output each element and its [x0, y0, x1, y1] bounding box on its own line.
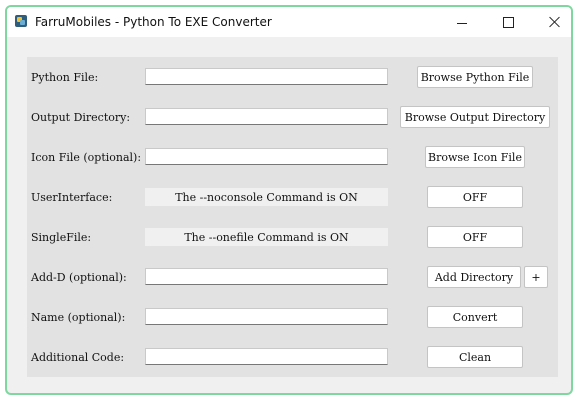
onefile-toggle-button[interactable]: OFF — [427, 226, 523, 248]
name-label: Name (optional): — [31, 311, 126, 324]
single-file-row: SingleFile: The --onefile Command is ON … — [27, 225, 558, 253]
add-directory-plus-button[interactable]: + — [524, 266, 548, 288]
additional-code-label: Additional Code: — [31, 351, 125, 364]
output-directory-row: Output Directory: Browse Output Director… — [27, 105, 558, 133]
user-interface-label: UserInterface: — [31, 191, 113, 204]
icon-file-row: Icon File (optional): Browse Icon File — [27, 145, 558, 173]
maximize-icon — [502, 16, 514, 28]
convert-button[interactable]: Convert — [427, 306, 523, 328]
form-panel: Python File: Browse Python File Output D… — [27, 57, 558, 377]
browse-python-file-button[interactable]: Browse Python File — [417, 66, 533, 88]
user-interface-row: UserInterface: The --noconsole Command i… — [27, 185, 558, 213]
output-directory-label: Output Directory: — [31, 111, 131, 124]
add-d-input[interactable] — [145, 268, 388, 285]
app-icon — [15, 15, 27, 27]
additional-code-input[interactable] — [145, 348, 388, 365]
onefile-status: The --onefile Command is ON — [145, 228, 388, 246]
output-directory-input[interactable] — [145, 108, 388, 125]
single-file-label: SingleFile: — [31, 231, 92, 244]
add-directory-button[interactable]: Add Directory — [427, 266, 521, 288]
name-input[interactable] — [145, 308, 388, 325]
minimize-icon — [457, 22, 467, 24]
browse-output-directory-button[interactable]: Browse Output Directory — [400, 106, 550, 128]
maximize-button[interactable] — [485, 7, 531, 37]
additional-code-row: Additional Code: Clean — [27, 345, 558, 373]
name-row: Name (optional): Convert — [27, 305, 558, 333]
close-button[interactable] — [531, 7, 571, 37]
close-icon — [548, 16, 560, 28]
app-window: FarruMobiles - Python To EXE Converter P… — [5, 5, 573, 395]
title-bar[interactable]: FarruMobiles - Python To EXE Converter — [7, 7, 571, 37]
noconsole-status: The --noconsole Command is ON — [145, 188, 388, 206]
icon-file-label: Icon File (optional): — [31, 151, 142, 164]
clean-button[interactable]: Clean — [427, 346, 523, 368]
noconsole-toggle-button[interactable]: OFF — [427, 186, 523, 208]
add-d-row: Add-D (optional): Add Directory + — [27, 265, 558, 293]
python-file-input[interactable] — [145, 68, 388, 85]
python-file-label: Python File: — [31, 71, 99, 84]
minimize-button[interactable] — [439, 7, 485, 37]
browse-icon-file-button[interactable]: Browse Icon File — [425, 146, 525, 168]
icon-file-input[interactable] — [145, 148, 388, 165]
window-title: FarruMobiles - Python To EXE Converter — [35, 15, 272, 29]
add-d-label: Add-D (optional): — [31, 271, 127, 284]
python-file-row: Python File: Browse Python File — [27, 65, 558, 93]
